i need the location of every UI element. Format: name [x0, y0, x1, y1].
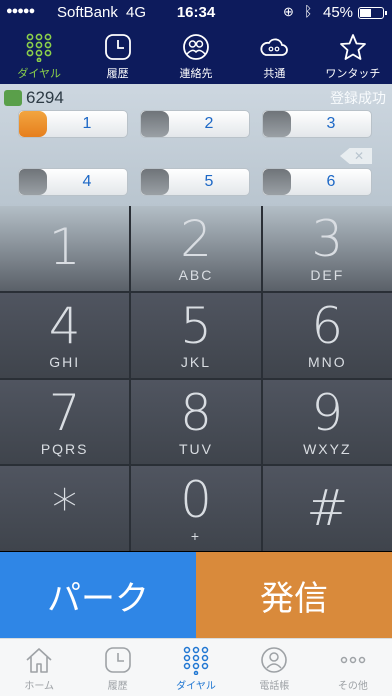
- bottom-tab-dial[interactable]: ダイヤル: [157, 639, 235, 696]
- current-number: 6294: [4, 88, 64, 108]
- tab-history-label: 履歴: [106, 67, 129, 80]
- key-digit: 6: [311, 297, 344, 356]
- key-2[interactable]: 2 ABC: [131, 206, 261, 291]
- key-digit: 7: [48, 383, 81, 442]
- memory-indicator: [263, 169, 291, 195]
- contacts-icon: [183, 34, 209, 60]
- key-digit: 2: [180, 210, 212, 269]
- memory-key-6[interactable]: 6: [262, 168, 372, 196]
- bottom-tab-more-label: その他: [337, 681, 368, 692]
- current-number-text: 6294: [26, 88, 64, 107]
- bottom-tab-phonebook-label: 電話帳: [259, 681, 290, 692]
- key-7[interactable]: 7 PQRS: [0, 379, 130, 465]
- memory-indicator: [263, 111, 291, 137]
- battery-icon: [358, 7, 387, 19]
- status-bar: ●●●●● SoftBank 4G 16:34 ⊕ ᛒ 45%: [0, 0, 392, 26]
- key-letters: MNO: [307, 354, 347, 371]
- key-digit: 4: [48, 297, 81, 356]
- clock-icon: [104, 34, 131, 60]
- key-1[interactable]: 1: [0, 206, 130, 291]
- bottom-tab-home[interactable]: ホーム: [0, 639, 78, 696]
- clock-icon: [104, 647, 131, 673]
- battery-percent: 45%: [323, 4, 354, 21]
- key-9[interactable]: 9 WXYZ: [262, 379, 392, 465]
- phone-line-icon: [4, 90, 22, 106]
- contact-icon: [261, 647, 288, 673]
- call-button[interactable]: 発信: [196, 552, 392, 638]
- key-hash[interactable]: #: [262, 466, 392, 551]
- tab-history[interactable]: 履歴: [78, 26, 156, 84]
- bottom-tab-dial-label: ダイヤル: [176, 681, 216, 692]
- dial-keypad: 1 2 ABC 3 DEF 4 GHI 5 JKL 6 MNO 7 PQRS 8 TUV 9W…: [0, 206, 392, 551]
- key-digit: 5: [180, 297, 212, 356]
- tab-one-touch-label: ワンタッチ: [325, 67, 381, 80]
- tab-shared[interactable]: 共通: [235, 26, 313, 84]
- memory-key-label: 5: [204, 173, 214, 190]
- memory-key-1[interactable]: 1: [18, 110, 128, 138]
- key-letters: GHI: [49, 354, 81, 371]
- cloud-group-icon: [260, 38, 289, 56]
- home-icon: [26, 648, 52, 673]
- bottom-tab-bar: ホーム 履歴 ダイヤル 電話帳 その他: [0, 638, 392, 696]
- bottom-tab-phonebook[interactable]: 電話帳: [235, 639, 313, 696]
- key-letters: +: [190, 527, 202, 544]
- tab-contacts[interactable]: 連絡先: [157, 26, 235, 84]
- key-letters: JKL: [180, 354, 212, 371]
- tab-dial[interactable]: ダイヤル: [0, 26, 78, 84]
- registration-status: 登録成功: [330, 91, 386, 107]
- tab-contacts-label: 連絡先: [179, 67, 213, 80]
- key-4[interactable]: 4 GHI: [0, 292, 130, 378]
- key-0[interactable]: 0 +: [131, 466, 261, 551]
- bottom-tab-home-label: ホーム: [24, 681, 55, 692]
- memory-indicator: [19, 169, 47, 195]
- bottom-tab-history-label: 履歴: [107, 681, 128, 692]
- key-digit: 3: [311, 210, 344, 269]
- key-digit: #: [306, 478, 349, 537]
- memory-key-label: 4: [82, 173, 92, 190]
- memory-key-3[interactable]: 3: [262, 110, 372, 138]
- key-letters: DEF: [310, 267, 345, 284]
- delete-icon: ✕: [353, 149, 365, 163]
- memory-key-4[interactable]: 4: [18, 168, 128, 196]
- key-5[interactable]: 5 JKL: [131, 292, 261, 378]
- key-6[interactable]: 6 MNO: [262, 292, 392, 378]
- park-button[interactable]: パーク: [0, 552, 196, 638]
- bottom-tab-history[interactable]: 履歴: [78, 639, 156, 696]
- tab-dial-label: ダイヤル: [17, 67, 62, 80]
- tab-one-touch[interactable]: ワンタッチ: [314, 26, 392, 84]
- key-letters: ABC: [178, 267, 214, 284]
- star-icon: [339, 34, 366, 60]
- key-digit: 9: [311, 383, 344, 442]
- key-3[interactable]: 3 DEF: [262, 206, 392, 291]
- top-tab-bar: ダイヤル 履歴 連絡先 共通 ワンタッチ: [0, 26, 392, 84]
- key-digit: 0: [180, 470, 212, 529]
- bottom-tab-more[interactable]: その他: [314, 639, 392, 696]
- rotation-lock-icon: ⊕: [283, 4, 294, 19]
- memory-key-label: 3: [326, 115, 336, 132]
- keypad-icon: [26, 33, 52, 62]
- key-digit: 8: [180, 383, 212, 442]
- keypad-icon: [183, 646, 209, 675]
- memory-key-label: 1: [82, 115, 92, 132]
- memory-key-5[interactable]: 5: [140, 168, 250, 196]
- more-icon: [340, 656, 366, 664]
- memory-key-2[interactable]: 2: [140, 110, 250, 138]
- memory-indicator: [141, 169, 169, 195]
- bluetooth-icon: ᛒ: [304, 3, 313, 19]
- key-letters: WXYZ: [303, 440, 352, 457]
- key-letters: PQRS: [40, 440, 89, 457]
- memory-indicator: [141, 111, 169, 137]
- key-star[interactable]: *: [0, 466, 130, 551]
- key-digit: 1: [48, 218, 81, 277]
- key-8[interactable]: 8 TUV: [131, 379, 261, 465]
- key-digit: *: [52, 478, 78, 537]
- number-display-area: 6294 登録成功 1 2 3 4 5 6: [0, 84, 392, 206]
- memory-indicator: [19, 111, 47, 137]
- memory-key-label: 2: [204, 115, 214, 132]
- tab-shared-label: 共通: [263, 67, 286, 80]
- key-letters: TUV: [178, 440, 213, 457]
- memory-key-label: 6: [326, 173, 336, 190]
